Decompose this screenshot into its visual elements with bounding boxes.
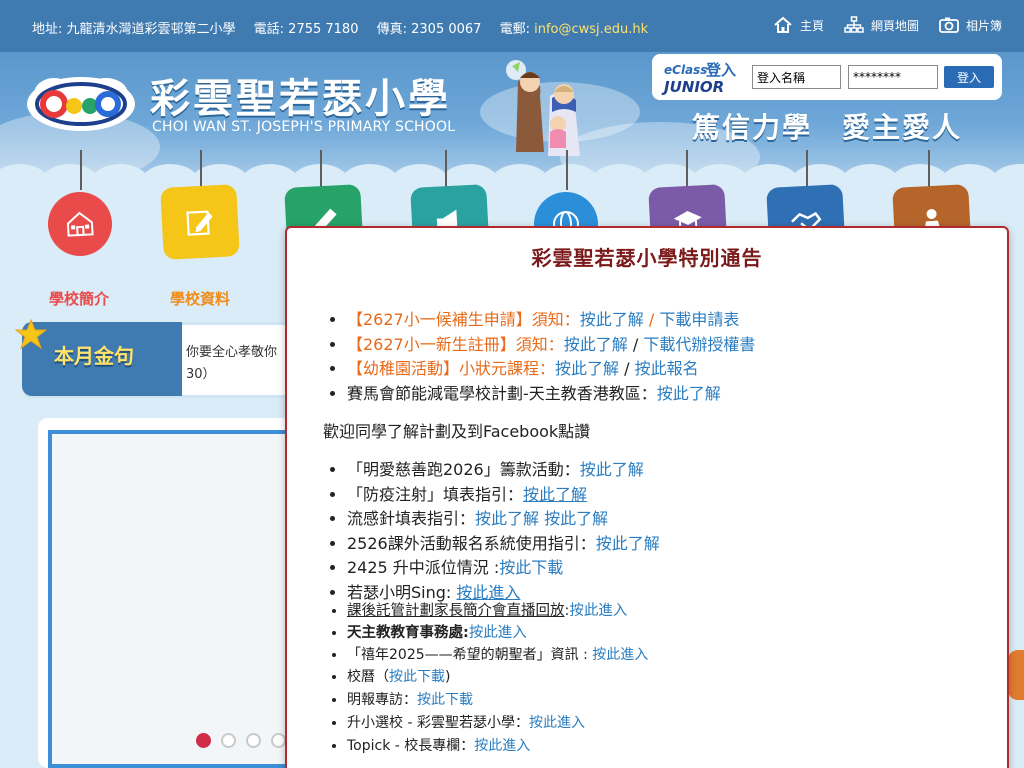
- eclass-junior-logo[interactable]: eClass 登入 JUNIOR: [660, 58, 746, 96]
- album-link-label: 相片簿: [965, 18, 1002, 33]
- slide-dot[interactable]: [271, 733, 286, 748]
- slide-dot[interactable]: [246, 733, 261, 748]
- cloud-scallop-edge: [0, 164, 1024, 182]
- notice-link[interactable]: 按此了解: [523, 485, 587, 504]
- nav-string: [806, 150, 808, 190]
- nav-string: [928, 150, 930, 190]
- notice-intro-text: 歡迎同學了解計劃及到Facebook點讚: [323, 422, 591, 441]
- notice-item: 2425 升中派位情況 :按此下載: [347, 556, 660, 581]
- holy-family-mascot: [506, 60, 580, 156]
- monthly-quote-title: 本月金句: [54, 344, 134, 368]
- home-icon: [774, 16, 792, 33]
- email-link[interactable]: info@cwsj.edu.hk: [534, 22, 648, 37]
- eclass-junior-text: JUNIOR: [661, 78, 724, 96]
- nav-string: [445, 150, 447, 190]
- slide-dot[interactable]: [221, 733, 236, 748]
- edit-icon: [186, 210, 213, 236]
- notice-link[interactable]: 按此進入: [569, 603, 627, 619]
- login-username-input[interactable]: [752, 65, 841, 89]
- notice-link[interactable]: 按此進入: [469, 625, 527, 641]
- notice-item: 天主教教育事務處:按此進入: [347, 622, 648, 644]
- nav-string: [320, 150, 322, 190]
- slide-dot[interactable]: [196, 733, 211, 748]
- sitemap-link[interactable]: 網頁地圖: [844, 16, 919, 34]
- nav-string: [80, 150, 82, 190]
- school-motto: 篤信力學 愛主愛人: [692, 111, 963, 144]
- special-notice-popup: 彩雲聖若瑟小學特別通告 【2627小一候補生申請】須知：按此了解 / 下載申請表…: [285, 226, 1009, 768]
- notice-item: 賽馬會節能減電學校計劃-天主教香港教區：按此了解: [347, 382, 755, 407]
- school-logo[interactable]: [24, 70, 138, 134]
- notice-item: 升小選校 - 彩雲聖若瑟小學：按此進入: [347, 712, 585, 735]
- album-link[interactable]: 相片簿: [939, 16, 1002, 34]
- notice-list-tertiary: 課後託管計劃家長簡介會直播回放:按此進入 天主教教育事務處:按此進入 「禧年20…: [347, 600, 648, 666]
- eclass-text: eClass: [664, 63, 707, 77]
- notice-item: 「明愛慈善跑2026」籌款活動：按此了解: [347, 458, 660, 483]
- home-link[interactable]: 主頁: [773, 16, 824, 34]
- notice-link[interactable]: 按此了解: [544, 509, 608, 528]
- notice-link[interactable]: 按此進入: [592, 647, 648, 663]
- sitemap-link-label: 網頁地圖: [870, 18, 919, 33]
- nav-label-school-info[interactable]: 學校資料: [170, 288, 230, 309]
- fax-text: 傳真: 2305 0067: [376, 22, 482, 37]
- nav-string: [686, 150, 688, 190]
- notice-list-main: 【2627小一候補生申請】須知：按此了解 / 下載申請表 【2627小一新生註冊…: [347, 308, 755, 406]
- top-info-bar: 地址: 九龍清水灣道彩雲邨第二小學 電話: 2755 7180 傳真: 2305…: [0, 0, 1024, 52]
- nav-string: [200, 150, 202, 190]
- nav-label-school-intro[interactable]: 學校簡介: [49, 288, 109, 309]
- slideshow-image[interactable]: [48, 430, 298, 768]
- notice-item: 【幼稚園活動】小狀元課程：按此了解 / 按此報名: [347, 357, 755, 382]
- login-button[interactable]: 登入: [944, 66, 994, 88]
- notice-link[interactable]: 按此了解: [580, 460, 644, 479]
- notice-list-secondary: 「明愛慈善跑2026」籌款活動：按此了解 「防疫注射」填表指引：按此了解 流感針…: [347, 458, 660, 605]
- login-password-input[interactable]: [848, 65, 938, 89]
- notice-link[interactable]: 按此了解: [596, 534, 660, 553]
- notice-item: 【2627小一候補生申請】須知：按此了解 / 下載申請表: [347, 308, 755, 333]
- monthly-quote-text: 你要全心孝敬你 30）: [186, 345, 278, 382]
- email-label: 電郵: info@cwsj.edu.hk: [499, 22, 649, 37]
- nav-string: [566, 150, 568, 190]
- phone-text: 電話: 2755 7180: [253, 22, 359, 37]
- notice-list-quaternary: 校曆（按此下載) 明報專訪：按此下載 升小選校 - 彩雲聖若瑟小學：按此進入 T…: [347, 666, 585, 758]
- notice-link[interactable]: 下載代辦授權書: [643, 335, 755, 354]
- notice-link[interactable]: 按此了解: [564, 335, 628, 354]
- notice-link[interactable]: 按此下載: [499, 558, 563, 577]
- notice-link[interactable]: 下載申請表: [659, 310, 739, 329]
- school-name-english: CHOI WAN ST. JOSEPH'S PRIMARY SCHOOL: [152, 119, 456, 135]
- contact-info: 地址: 九龍清水灣道彩雲邨第二小學 電話: 2755 7180 傳真: 2305…: [32, 18, 662, 37]
- camera-icon: [939, 17, 959, 33]
- notice-item: 【2627小一新生註冊】須知：按此了解 / 下載代辦授權書: [347, 333, 755, 358]
- notice-item: 「禧年2025——希望的朝聖者」資訊 : 按此進入: [347, 644, 648, 666]
- notice-item: Topick - 校長專欄：按此進入: [347, 735, 585, 758]
- notice-link[interactable]: 按此下載: [417, 692, 473, 708]
- notice-link[interactable]: 按此進入: [456, 583, 520, 602]
- notice-item: 流感針填表指引：按此了解 按此了解: [347, 507, 660, 532]
- school-icon: [66, 211, 94, 237]
- nav-tag-school-intro[interactable]: [46, 190, 114, 258]
- sitemap-icon: [844, 16, 864, 33]
- notice-link[interactable]: 按此了解: [657, 384, 721, 403]
- notice-item: 「防疫注射」填表指引：按此了解: [347, 483, 660, 508]
- notice-link[interactable]: 按此進入: [474, 738, 530, 754]
- address-text: 地址: 九龍清水灣道彩雲邨第二小學: [32, 22, 236, 37]
- notice-title: 彩雲聖若瑟小學特別通告: [531, 246, 763, 270]
- notice-link[interactable]: 按此進入: [529, 715, 585, 731]
- eclass-login-box: eClass 登入 JUNIOR 登入: [652, 54, 1002, 100]
- notice-item: 校曆（按此下載): [347, 666, 585, 689]
- eclass-login-text: 登入: [705, 61, 736, 79]
- notice-item: 明報專訪：按此下載: [347, 689, 585, 712]
- notice-link[interactable]: 按此了解: [475, 509, 539, 528]
- notice-link[interactable]: 按此報名: [635, 359, 699, 378]
- notice-item: 2526課外活動報名系統使用指引：按此了解: [347, 532, 660, 557]
- notice-link[interactable]: 按此了解: [580, 310, 644, 329]
- notice-link[interactable]: 按此下載: [389, 669, 445, 685]
- notice-item: 課後託管計劃家長簡介會直播回放:按此進入: [347, 600, 648, 622]
- side-decoration: [1008, 650, 1024, 700]
- school-name-chinese: 彩雲聖若瑟小學: [150, 76, 451, 122]
- notice-link[interactable]: 按此了解: [555, 359, 619, 378]
- slideshow-dots: [196, 733, 286, 748]
- top-links: 主頁 網頁地圖 相片簿: [773, 16, 1002, 34]
- nav-tag-school-info[interactable]: [160, 184, 240, 260]
- home-link-label: 主頁: [799, 18, 824, 33]
- star-icon: [14, 318, 48, 350]
